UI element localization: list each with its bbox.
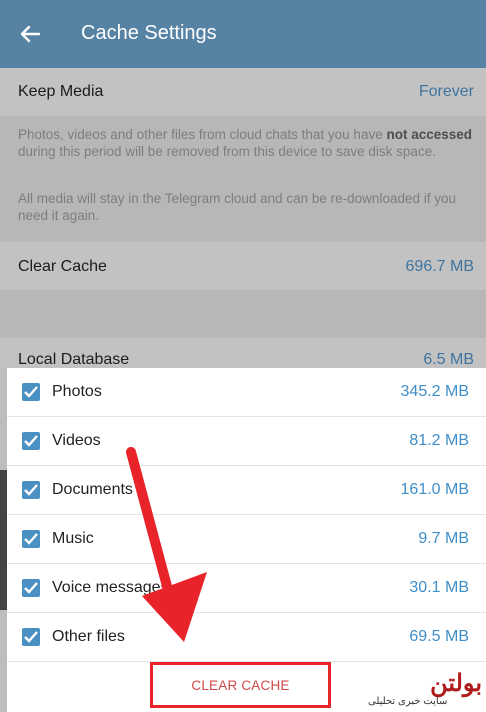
keep-media-label: Keep Media bbox=[18, 83, 104, 100]
cache-item-size: 345.2 MB bbox=[400, 383, 469, 400]
cache-item-label: Documents bbox=[52, 481, 133, 498]
clear-cache-sheet: Photos 345.2 MB Videos 81.2 MB Documents… bbox=[7, 368, 486, 712]
clear-cache-row[interactable]: Clear Cache 696.7 MB bbox=[0, 242, 486, 290]
cache-item-documents[interactable]: Documents 161.0 MB bbox=[7, 466, 486, 515]
checkbox-checked-icon[interactable] bbox=[22, 481, 40, 499]
local-database-row[interactable]: Local Database 6.5 MB bbox=[0, 338, 486, 368]
checkbox-checked-icon[interactable] bbox=[22, 579, 40, 597]
cache-item-voice-messages[interactable]: Voice messages 30.1 MB bbox=[7, 564, 486, 613]
cache-item-size: 161.0 MB bbox=[400, 481, 469, 498]
clear-cache-value: 696.7 MB bbox=[405, 258, 474, 275]
clear-cache-label: Clear Cache bbox=[18, 258, 107, 275]
cache-item-videos[interactable]: Videos 81.2 MB bbox=[7, 417, 486, 466]
watermark-subtitle: سایت خبری تحلیلی bbox=[368, 696, 448, 707]
checkbox-checked-icon[interactable] bbox=[22, 530, 40, 548]
arrow-left-icon bbox=[20, 25, 40, 43]
info-paragraph-2: All media will stay in the Telegram clou… bbox=[18, 191, 456, 223]
page-title: Cache Settings bbox=[81, 22, 217, 44]
watermark-logo: بولتن bbox=[430, 668, 482, 697]
cache-item-label: Voice messages bbox=[52, 579, 169, 596]
back-button[interactable] bbox=[16, 18, 44, 50]
cache-item-size: 9.7 MB bbox=[418, 530, 469, 547]
local-database-label: Local Database bbox=[18, 351, 130, 368]
cache-item-size: 30.1 MB bbox=[409, 579, 469, 596]
cache-item-size: 81.2 MB bbox=[409, 432, 469, 449]
keep-media-row[interactable]: Keep Media Forever bbox=[0, 68, 486, 116]
cache-item-size: 69.5 MB bbox=[409, 628, 469, 645]
cache-item-label: Videos bbox=[52, 432, 101, 449]
cache-item-label: Music bbox=[52, 530, 94, 547]
cache-item-label: Other files bbox=[52, 628, 125, 645]
checkbox-checked-icon[interactable] bbox=[22, 432, 40, 450]
checkbox-checked-icon[interactable] bbox=[22, 628, 40, 646]
screen: Cache Settings Keep Media Forever Photos… bbox=[0, 0, 486, 712]
keep-media-info: Photos, videos and other files from clou… bbox=[0, 116, 486, 242]
cache-item-label: Photos bbox=[52, 383, 102, 400]
app-bar: Cache Settings bbox=[0, 0, 486, 68]
info-paragraph-1: Photos, videos and other files from clou… bbox=[18, 127, 473, 159]
watermark: بولتن سایت خبری تحلیلی bbox=[360, 668, 486, 712]
local-database-value: 6.5 MB bbox=[423, 351, 474, 368]
background-edge bbox=[0, 470, 7, 610]
checkbox-checked-icon[interactable] bbox=[22, 383, 40, 401]
clear-cache-button[interactable]: CLEAR CACHE bbox=[150, 662, 331, 708]
cache-item-photos[interactable]: Photos 345.2 MB bbox=[7, 368, 486, 417]
section-divider bbox=[0, 290, 486, 338]
cache-item-other-files[interactable]: Other files 69.5 MB bbox=[7, 613, 486, 662]
cache-item-music[interactable]: Music 9.7 MB bbox=[7, 515, 486, 564]
keep-media-value: Forever bbox=[418, 83, 474, 100]
